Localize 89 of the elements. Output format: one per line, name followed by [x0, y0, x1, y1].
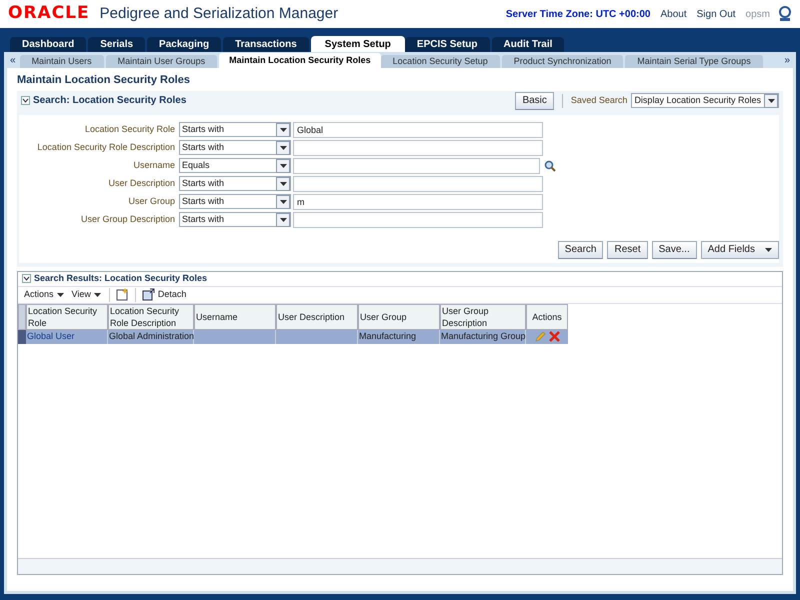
- header-link[interactable]: Sign Out: [696, 6, 736, 22]
- collapse-icon[interactable]: [21, 96, 30, 105]
- table-row[interactable]: Global User Global Administration Manufacturing Manufacturing Group: [18, 330, 568, 344]
- dropdown-button[interactable]: [276, 158, 290, 172]
- detach-button[interactable]: Detach: [142, 288, 186, 302]
- main-tab[interactable]: System Setup: [310, 36, 405, 52]
- table-cell-text: Manufacturing: [359, 330, 416, 343]
- field-label: Location Security Role: [84, 122, 176, 136]
- field-label: Location Security Role Description: [36, 140, 176, 154]
- table-cell-text: Manufacturing Group: [441, 330, 526, 343]
- field-label: User Description: [107, 176, 176, 190]
- main-tab[interactable]: Transactions: [223, 37, 309, 52]
- server-time: Server Time Zone: UTC +00:00: [506, 8, 650, 22]
- page-title: Maintain Location Security Roles: [17, 73, 191, 88]
- saved-search-label: Saved Search: [570, 94, 628, 107]
- column-header[interactable]: Location Security Role Description: [108, 304, 194, 330]
- dropdown-button[interactable]: [276, 122, 290, 136]
- operator-select[interactable]: Starts with: [179, 140, 291, 155]
- table-cell-text: Global Administration: [109, 330, 194, 343]
- app-title: Pedigree and Serialization Manager: [100, 4, 338, 24]
- operator-select[interactable]: Equals: [179, 158, 291, 173]
- field-label: User Group: [127, 194, 176, 208]
- column-header[interactable]: User Description: [276, 304, 358, 330]
- row-header-corner: [18, 304, 26, 330]
- section-title: Search Results: Location Security Roles: [34, 272, 208, 285]
- column-header[interactable]: Location Security Role: [26, 304, 108, 330]
- sub-tab[interactable]: Maintain Users: [20, 55, 104, 68]
- column-header[interactable]: User Group: [358, 304, 440, 330]
- user-name: opsm: [746, 8, 770, 22]
- table-cell-text: Global User: [27, 330, 75, 343]
- logo: ORACLE: [8, 2, 90, 26]
- caret-icon: [765, 248, 772, 252]
- column-header[interactable]: User Group Description: [440, 304, 526, 330]
- sub-tab[interactable]: Maintain Location Security Roles: [219, 53, 381, 68]
- main-tab[interactable]: Dashboard: [10, 37, 86, 52]
- search-field[interactable]: [293, 158, 540, 174]
- row-selector[interactable]: [18, 330, 26, 344]
- search-field[interactable]: [293, 212, 543, 228]
- field-label: Username: [132, 158, 176, 172]
- main-tab[interactable]: Serials: [88, 37, 146, 52]
- search-form-button[interactable]: Reset: [607, 240, 648, 258]
- column-header[interactable]: Actions: [526, 304, 568, 330]
- dropdown-button[interactable]: [276, 176, 290, 190]
- toolbar-menu[interactable]: View: [72, 288, 101, 302]
- toolbar-menu[interactable]: Actions: [24, 288, 64, 302]
- sub-tab[interactable]: Maintain User Groups: [106, 55, 218, 68]
- sub-tab[interactable]: Location Security Setup: [380, 55, 500, 68]
- dropdown-button[interactable]: [276, 140, 290, 154]
- main-tab[interactable]: Packaging: [147, 37, 222, 52]
- search-field[interactable]: [293, 140, 543, 156]
- caret-icon: [94, 292, 101, 296]
- caret-icon: [280, 146, 286, 150]
- new-row-icon[interactable]: [116, 288, 129, 301]
- caret-icon: [56, 292, 64, 296]
- operator-select[interactable]: Starts with: [179, 122, 291, 137]
- basic-button[interactable]: Basic: [515, 92, 554, 110]
- caret-icon: [280, 128, 286, 132]
- search-form-button[interactable]: Search: [558, 240, 604, 258]
- caret-icon: [280, 200, 286, 204]
- caret-icon: [280, 164, 286, 168]
- operator-select[interactable]: Starts with: [179, 176, 291, 191]
- dropdown-button[interactable]: [276, 194, 290, 208]
- caret-icon: [280, 218, 286, 222]
- search-form-button[interactable]: Save...: [652, 240, 697, 258]
- add-fields-button[interactable]: Add Fields: [700, 240, 779, 258]
- help-icon[interactable]: [778, 6, 792, 22]
- scroll-right-button[interactable]: »: [780, 53, 794, 68]
- main-tab[interactable]: EPCIS Setup: [404, 37, 490, 52]
- operator-select[interactable]: Starts with: [179, 212, 291, 227]
- collapse-icon[interactable]: [22, 274, 31, 283]
- sub-tab[interactable]: Product Synchronization: [502, 55, 624, 68]
- column-header[interactable]: Username: [194, 304, 276, 330]
- operator-select[interactable]: Starts with: [179, 194, 291, 209]
- saved-search-select[interactable]: Display Location Security Roles: [631, 93, 779, 108]
- dropdown-button[interactable]: [764, 94, 778, 108]
- header-link[interactable]: About: [660, 6, 687, 22]
- section-title: Search: Location Security Roles: [33, 94, 186, 108]
- search-icon[interactable]: [544, 160, 556, 172]
- field-label: User Group Description: [80, 212, 176, 226]
- detach-icon: [142, 288, 155, 301]
- caret-icon: [768, 98, 774, 102]
- caret-icon: [280, 182, 286, 186]
- search-field[interactable]: [293, 176, 543, 192]
- scroll-left-button[interactable]: «: [6, 53, 20, 68]
- dropdown-button[interactable]: [276, 212, 290, 226]
- search-field[interactable]: m: [293, 194, 543, 210]
- search-field[interactable]: Global: [293, 122, 543, 138]
- main-tab[interactable]: Audit Trail: [492, 37, 564, 52]
- sub-tab[interactable]: Maintain Serial Type Groups: [625, 55, 763, 68]
